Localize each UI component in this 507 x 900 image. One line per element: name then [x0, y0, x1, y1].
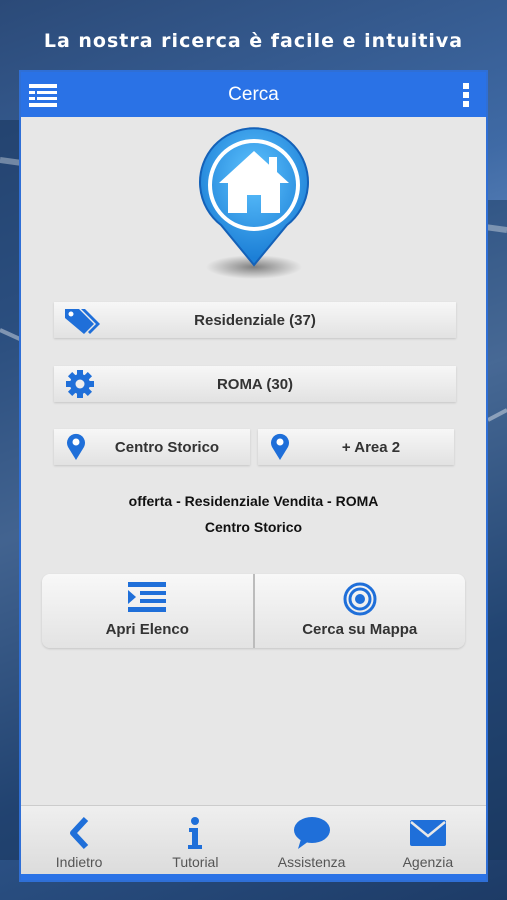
gear-icon [66, 370, 94, 398]
open-list-label: Apri Elenco [105, 621, 189, 638]
tags-icon [65, 309, 100, 334]
city-label: ROMA (30) [216, 375, 294, 393]
tab-tutorial-label: Tutorial [172, 854, 219, 870]
action-buttons: Apri Elenco Cerca su Mappa [42, 574, 465, 648]
map-search-label: Cerca su Mappa [302, 621, 418, 638]
bottom-accent-stripe [21, 874, 486, 880]
info-icon [188, 817, 203, 849]
tab-back-label: Indietro [55, 854, 103, 870]
map-search-button[interactable]: Cerca su Mappa [252, 574, 466, 648]
category-selector[interactable]: Residenziale (37) [54, 302, 456, 338]
headline: La nostra ricerca è facile e intuitiva [43, 30, 464, 52]
area2-selector[interactable]: + Area 2 [258, 429, 454, 465]
tab-agency[interactable]: Agenzia [370, 806, 486, 880]
summary-line1: offerta - Residenziale Vendita - ROMA [128, 493, 379, 509]
area1-selector[interactable]: Centro Storico [54, 429, 250, 465]
tab-tutorial[interactable]: Tutorial [137, 806, 253, 880]
list-icon [128, 582, 167, 612]
menu-icon[interactable] [29, 83, 57, 107]
tab-assistance[interactable]: Assistenza [254, 806, 370, 880]
city-selector[interactable]: ROMA (30) [54, 366, 456, 402]
summary-line2: Centro Storico [204, 519, 303, 535]
more-options-icon[interactable] [462, 83, 470, 107]
location-pin-icon [271, 433, 289, 460]
open-list-button[interactable]: Apri Elenco [42, 574, 253, 648]
house-pin-logo [199, 127, 309, 279]
tab-assistance-label: Assistenza [277, 854, 346, 870]
app-screen: Cerca Residenziale (37) ROMA (30) Centro… [19, 70, 488, 882]
page-title: Cerca [228, 83, 279, 105]
tab-agency-label: Agenzia [402, 854, 454, 870]
bottom-tab-bar: Indietro Tutorial Assistenza Agenzia [21, 805, 486, 880]
tab-back[interactable]: Indietro [21, 806, 137, 880]
search-summary: offerta - Residenziale Vendita - ROMA Ce… [21, 488, 486, 540]
back-arrow-icon [70, 816, 89, 850]
top-bar: Cerca [21, 72, 486, 117]
category-label: Residenziale (37) [194, 311, 316, 329]
envelope-icon [409, 820, 446, 846]
location-pin-icon [67, 433, 85, 460]
target-icon [343, 582, 377, 616]
chat-bubble-icon [293, 817, 330, 849]
